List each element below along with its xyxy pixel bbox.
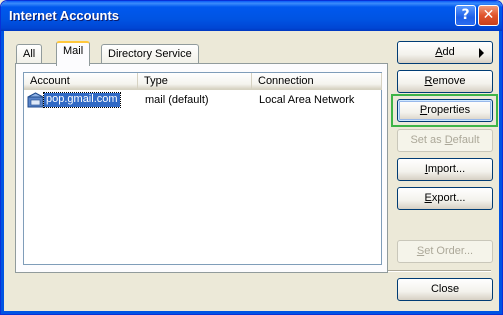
close-button-label: Close <box>430 283 460 295</box>
tab-mail[interactable]: Mail <box>56 41 91 66</box>
remove-button-label-post: emove <box>432 75 466 87</box>
tab-all-label: All <box>23 48 36 60</box>
tab-directory-service-label: Directory Service <box>108 48 192 60</box>
add-button-label-post: dd <box>442 46 455 58</box>
set-default-label-pre: Set as <box>410 134 445 146</box>
export-label-post: xport... <box>431 192 466 204</box>
window-frame-right <box>499 31 502 314</box>
mail-account-icon <box>27 92 44 108</box>
window-frame-bottom <box>1 311 502 314</box>
tab-all[interactable]: All <box>16 44 43 65</box>
column-header-account-label: Account <box>30 75 70 87</box>
account-name: pop.gmail.com <box>43 92 121 108</box>
add-button-accel: A <box>435 46 443 58</box>
column-header-type[interactable]: Type <box>138 73 252 90</box>
column-header-type-label: Type <box>144 75 168 87</box>
properties-button-label-post: roperties <box>427 104 471 116</box>
tab-directory-service[interactable]: Directory Service <box>101 44 199 65</box>
column-header-connection[interactable]: Connection <box>252 73 382 90</box>
list-item[interactable]: pop.gmail.com mail (default) Local Area … <box>24 92 381 109</box>
help-button[interactable]: ? <box>455 5 476 26</box>
column-header-connection-label: Connection <box>258 75 314 87</box>
set-as-default-button[interactable]: Set as Default <box>397 129 493 152</box>
add-button[interactable]: Add <box>397 41 493 64</box>
properties-button[interactable]: Properties <box>397 99 493 122</box>
close-window-button[interactable]: ✕ <box>478 5 499 26</box>
set-order-label-post: et Order... <box>424 245 474 257</box>
set-order-button[interactable]: Set Order... <box>397 240 493 263</box>
import-label-post: mport... <box>427 163 466 175</box>
account-connection: Local Area Network <box>259 94 355 106</box>
remove-button[interactable]: Remove <box>397 70 493 93</box>
internet-accounts-dialog: Internet Accounts ? ✕ All Mail Directory… <box>0 0 503 315</box>
export-button[interactable]: Export... <box>397 187 493 210</box>
window-frame-left <box>1 31 4 314</box>
set-default-label-post: efault <box>452 134 480 146</box>
column-header-account[interactable]: Account <box>24 73 138 90</box>
title-bar[interactable]: Internet Accounts ? ✕ <box>1 1 502 31</box>
mail-tab-panel: Account Type Connection pop.gmail.com ma… <box>15 63 388 273</box>
import-button[interactable]: Import... <box>397 158 493 181</box>
account-type: mail (default) <box>145 94 209 106</box>
close-button[interactable]: Close <box>397 278 493 301</box>
tab-mail-label: Mail <box>63 45 84 57</box>
window-title: Internet Accounts <box>9 8 120 23</box>
accounts-list[interactable]: Account Type Connection pop.gmail.com ma… <box>23 72 382 265</box>
submenu-arrow-icon <box>479 48 484 58</box>
export-accel: E <box>424 192 432 204</box>
set-default-accel: D <box>444 134 453 146</box>
list-header: Account Type Connection <box>24 73 382 90</box>
